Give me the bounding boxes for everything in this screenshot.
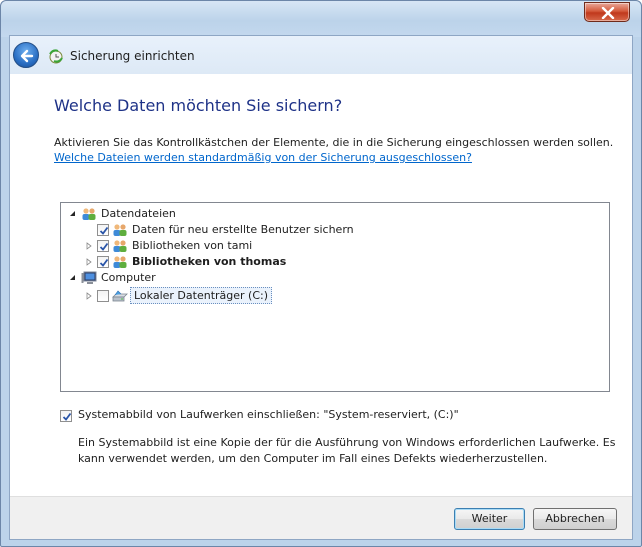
collapsed-arrow-icon[interactable] bbox=[85, 258, 93, 266]
system-image-label[interactable]: Systemabbild von Laufwerken einschließen… bbox=[78, 408, 459, 421]
wizard-content: Sicherung einrichten Welche Daten möchte… bbox=[9, 35, 633, 540]
expanded-arrow-icon[interactable] bbox=[69, 274, 77, 282]
user-icon bbox=[113, 240, 127, 252]
local-disk-checkbox[interactable] bbox=[97, 290, 109, 302]
tree-item-computer[interactable]: Computer bbox=[69, 270, 269, 286]
tree-item-label: Computer bbox=[101, 271, 156, 284]
back-button[interactable] bbox=[13, 42, 39, 68]
backup-setup-window: Sicherung einrichten Welche Daten möchte… bbox=[0, 0, 642, 547]
new-users-checkbox[interactable] bbox=[97, 224, 109, 236]
arrow-left-icon bbox=[20, 49, 34, 63]
checkmark-icon bbox=[62, 412, 72, 421]
navigation-bar: Sicherung einrichten bbox=[10, 36, 632, 74]
users-icon bbox=[113, 224, 127, 236]
libraries-tami-checkbox[interactable] bbox=[97, 240, 109, 252]
page-heading: Welche Daten möchten Sie sichern? bbox=[54, 96, 343, 115]
tree-item-local-disk-c[interactable]: Lokaler Datenträger (C:) bbox=[69, 287, 369, 304]
user-icon bbox=[113, 256, 127, 268]
tree-item-datendateien[interactable]: Datendateien bbox=[69, 206, 269, 222]
window-title: Sicherung einrichten bbox=[70, 49, 195, 63]
computer-icon bbox=[81, 271, 97, 284]
checkmark-icon bbox=[99, 226, 109, 235]
tree-item-label: Daten für neu erstellte Benutzer sichern bbox=[132, 223, 354, 236]
backup-app-icon bbox=[49, 49, 63, 64]
instruction-text: Aktivieren Sie das Kontrollkästchen der … bbox=[54, 136, 614, 149]
close-button[interactable] bbox=[584, 2, 630, 22]
backup-items-tree[interactable]: Datendateien Daten für neu erstellte Ben… bbox=[60, 202, 610, 392]
system-image-description: Ein Systemabbild ist eine Kopie der für … bbox=[78, 436, 616, 465]
drive-icon bbox=[112, 290, 128, 302]
tree-item-libraries-tami[interactable]: Bibliotheken von tami bbox=[69, 238, 369, 254]
excluded-files-link[interactable]: Welche Dateien werden standardmäßig von … bbox=[54, 151, 472, 164]
tree-item-label: Lokaler Datenträger (C:) bbox=[130, 287, 273, 304]
title-bar bbox=[1, 1, 641, 37]
close-icon bbox=[601, 7, 615, 19]
cancel-button[interactable]: Abbrechen bbox=[533, 508, 617, 530]
tree-item-label: Datendateien bbox=[101, 207, 176, 220]
system-image-checkbox[interactable] bbox=[60, 410, 72, 422]
tree-item-libraries-thomas[interactable]: Bibliotheken von thomas bbox=[69, 254, 369, 270]
next-button[interactable]: Weiter bbox=[454, 508, 525, 530]
expanded-arrow-icon[interactable] bbox=[69, 210, 77, 218]
button-bar: Weiter Abbrechen bbox=[10, 496, 632, 539]
checkmark-icon bbox=[99, 242, 109, 251]
collapsed-arrow-icon[interactable] bbox=[85, 292, 93, 300]
tree-item-label: Bibliotheken von thomas bbox=[132, 255, 287, 268]
tree-item-new-users[interactable]: Daten für neu erstellte Benutzer sichern bbox=[69, 222, 369, 238]
users-icon bbox=[82, 208, 96, 220]
checkmark-icon bbox=[99, 258, 109, 267]
libraries-thomas-checkbox[interactable] bbox=[97, 256, 109, 268]
tree-item-label: Bibliotheken von tami bbox=[132, 239, 253, 252]
collapsed-arrow-icon[interactable] bbox=[85, 242, 93, 250]
